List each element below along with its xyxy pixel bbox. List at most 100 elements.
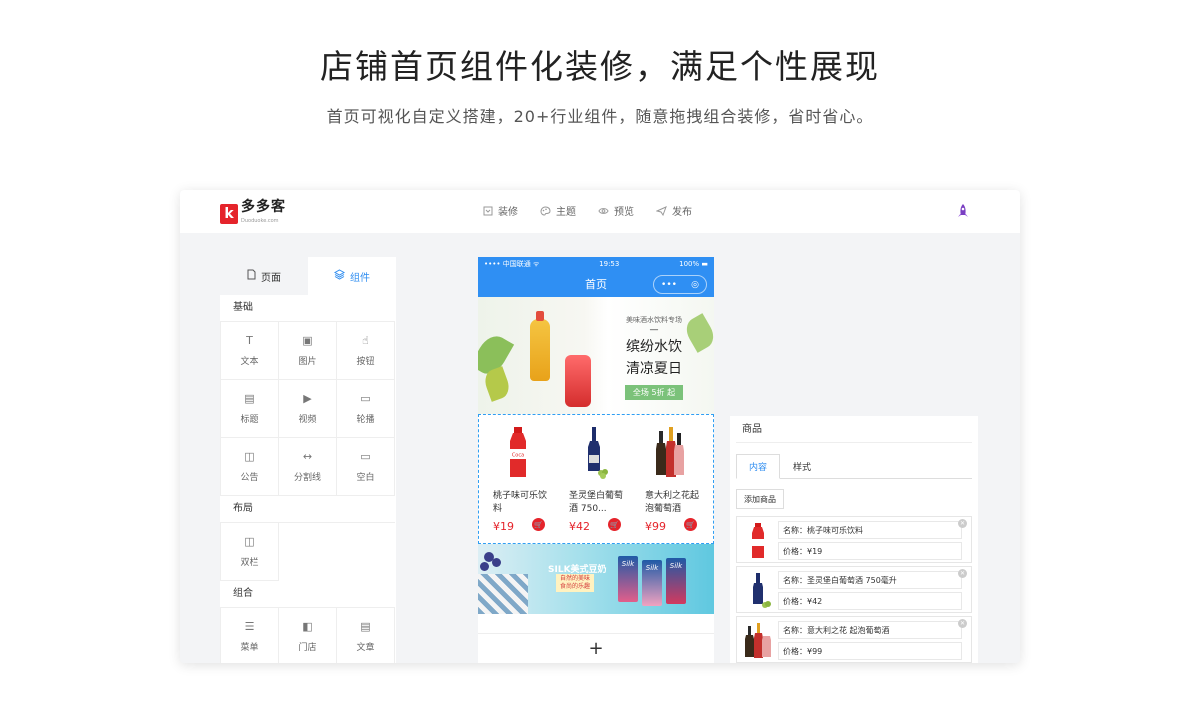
carrier-text: •••• 中国联通 ᯤ xyxy=(484,260,540,268)
nav-publish[interactable]: 发布 xyxy=(656,203,692,218)
component-video[interactable]: ▶ 视频 xyxy=(279,380,337,438)
nav-preview[interactable]: 预览 xyxy=(598,203,634,218)
video-icon: ▶ xyxy=(303,391,312,405)
component-label: 图片 xyxy=(298,356,317,367)
component-label: 视频 xyxy=(298,414,317,425)
nav-decorate[interactable]: 装修 xyxy=(482,203,518,218)
product-list-selected[interactable]: Coca 桃子味可乐饮料 ¥19 🛒 圣灵堡白葡萄酒 750... ¥42 🛒 … xyxy=(478,414,714,544)
component-grid-combo: ☰ 菜单 ◧ 门店 ▤ 文章 xyxy=(220,607,395,663)
send-icon xyxy=(656,205,667,216)
remove-icon[interactable]: ✕ xyxy=(958,619,967,628)
silk-carton-image: Silk xyxy=(666,558,686,604)
remove-icon[interactable]: ✕ xyxy=(958,519,967,528)
silk-soy-milk-banner[interactable]: SILK美式豆奶 自然的美味 食尚的乐趣 Silk Silk Silk xyxy=(478,544,714,614)
banner-kicker: 美味酒水饮料专场 xyxy=(626,316,682,324)
component-label: 轮播 xyxy=(356,414,375,425)
product-item-card: 名称：圣灵堡白葡萄酒 750毫升 价格：¥42 ✕ xyxy=(736,566,972,613)
component-text[interactable]: T 文本 xyxy=(221,322,279,380)
tab-style[interactable]: 样式 xyxy=(780,454,824,479)
button-icon: ☝ xyxy=(362,333,369,347)
component-blank[interactable]: ▭ 空白 xyxy=(337,438,395,496)
banner-headline-1: 缤纷水饮 xyxy=(626,339,682,355)
section-layout: 布局 xyxy=(233,503,253,514)
component-two-column[interactable]: ◫ 双栏 xyxy=(221,523,279,581)
phone-preview: •••• 中国联通 ᯤ 19:53 100% ▬ 首页 ••• ◎ 美味酒水饮料… xyxy=(478,257,714,663)
product-card[interactable]: Coca 桃子味可乐饮料 ¥19 🛒 xyxy=(479,415,555,543)
heading-icon: ▤ xyxy=(244,391,255,405)
tab-page[interactable]: 页面 xyxy=(220,257,308,295)
product-name: 桃子味可乐饮料 xyxy=(493,491,548,514)
nav-label: 预览 xyxy=(614,207,634,218)
component-carousel[interactable]: ▭ 轮播 xyxy=(337,380,395,438)
layers-icon xyxy=(333,269,346,283)
wine-bottle-image xyxy=(588,427,608,479)
component-panel: 页面 组件 基础 T 文本 ▣ 图片 ☝ 按钮 ▤ 标题 ▶ 视频 ▭ 轮播 ◫ 公告 ↔ 分割… xyxy=(220,257,396,663)
cart-icon[interactable]: 🛒 xyxy=(684,518,697,531)
section-combo: 组合 xyxy=(233,588,253,599)
component-store[interactable]: ◧ 门店 xyxy=(279,608,337,663)
component-label: 文本 xyxy=(240,356,259,367)
remove-icon[interactable]: ✕ xyxy=(958,569,967,578)
product-name-field[interactable]: 名称：桃子味可乐饮料 xyxy=(778,521,962,539)
component-menu[interactable]: ☰ 菜单 xyxy=(221,608,279,663)
product-card[interactable]: 意大利之花起泡葡萄酒 ¥99 🛒 xyxy=(631,415,707,543)
decorate-icon xyxy=(482,205,493,216)
product-name-field[interactable]: 名称：意大利之花 起泡葡萄酒 xyxy=(778,621,962,639)
nav-label: 装修 xyxy=(498,207,518,218)
editor-window: k 多多客 Duoduoke.com 装修 主题 预览 发布 页面 组件 基础 … xyxy=(180,190,1020,663)
product-card[interactable]: 圣灵堡白葡萄酒 750... ¥42 🛒 xyxy=(555,415,631,543)
add-component-button[interactable]: + xyxy=(478,633,714,663)
brand-name: 多多客 xyxy=(241,199,286,215)
hero-title: 店铺首页组件化装修，满足个性展现 xyxy=(320,47,880,86)
mini-program-capsule[interactable]: ••• ◎ xyxy=(653,275,707,294)
cart-icon[interactable]: 🛒 xyxy=(532,518,545,531)
wine-bottle-thumb xyxy=(753,573,771,608)
tab-content[interactable]: 内容 xyxy=(736,454,780,479)
property-panel-title: 商品 xyxy=(736,416,972,443)
silk-carton-image: Silk xyxy=(642,560,662,606)
product-price-field[interactable]: 价格：¥19 xyxy=(778,542,962,560)
product-price: ¥99 xyxy=(645,520,666,533)
product-price: ¥19 xyxy=(493,520,514,533)
article-icon: ▤ xyxy=(360,619,371,633)
component-label: 按钮 xyxy=(356,356,375,367)
brand-logo[interactable]: k 多多客 Duoduoke.com xyxy=(220,200,286,228)
berry-decoration xyxy=(480,562,489,571)
blank-icon: ▭ xyxy=(360,449,371,463)
add-product-button[interactable]: 添加商品 xyxy=(736,489,784,509)
nav-label: 发布 xyxy=(672,207,692,218)
component-heading[interactable]: ▤ 标题 xyxy=(221,380,279,438)
hero-subtitle: 首页可视化自定义搭建，20+行业组件，随意拖拽组合装修，省时省心。 xyxy=(326,107,874,126)
product-price-field[interactable]: 价格：¥42 xyxy=(778,592,962,610)
svg-text:Coca: Coca xyxy=(512,453,524,459)
component-label: 空白 xyxy=(356,472,375,483)
component-button[interactable]: ☝ 按钮 xyxy=(337,322,395,380)
notice-icon: ◫ xyxy=(244,449,255,463)
soda-bottle-image xyxy=(565,355,591,407)
cola-bottle-image: Coca xyxy=(510,427,526,477)
menu-icon: ☰ xyxy=(244,619,255,633)
phone-status-bar: •••• 中国联通 ᯤ 19:53 100% ▬ xyxy=(478,257,714,271)
cart-icon[interactable]: 🛒 xyxy=(608,518,621,531)
component-label: 分割线 xyxy=(293,472,321,483)
text-icon: T xyxy=(246,333,253,347)
tab-components[interactable]: 组件 xyxy=(308,257,396,295)
logo-mark-icon: k xyxy=(220,204,238,224)
product-price-field[interactable]: 价格：¥99 xyxy=(778,642,962,660)
component-notice[interactable]: ◫ 公告 xyxy=(221,438,279,496)
silk-sub-line-2: 食尚的乐趣 xyxy=(560,583,591,590)
component-divider[interactable]: ↔ 分割线 xyxy=(279,438,337,496)
carousel-icon: ▭ xyxy=(360,391,371,405)
product-name-field[interactable]: 名称：圣灵堡白葡萄酒 750毫升 xyxy=(778,571,962,589)
banner-dash: — xyxy=(649,325,659,335)
more-icon[interactable]: ••• xyxy=(661,280,677,290)
component-grid-layout: ◫ 双栏 xyxy=(220,522,395,581)
user-avatar-icon[interactable] xyxy=(955,203,971,219)
close-target-icon[interactable]: ◎ xyxy=(691,280,699,290)
nav-theme[interactable]: 主题 xyxy=(540,203,576,218)
component-image[interactable]: ▣ 图片 xyxy=(279,322,337,380)
promo-banner[interactable]: 美味酒水饮料专场 — 缤纷水饮 清凉夏日 全场 5折 起 xyxy=(478,297,714,414)
brand-tagline: Duoduoke.com xyxy=(241,218,279,224)
store-icon: ◧ xyxy=(302,619,313,633)
component-article[interactable]: ▤ 文章 xyxy=(337,608,395,663)
